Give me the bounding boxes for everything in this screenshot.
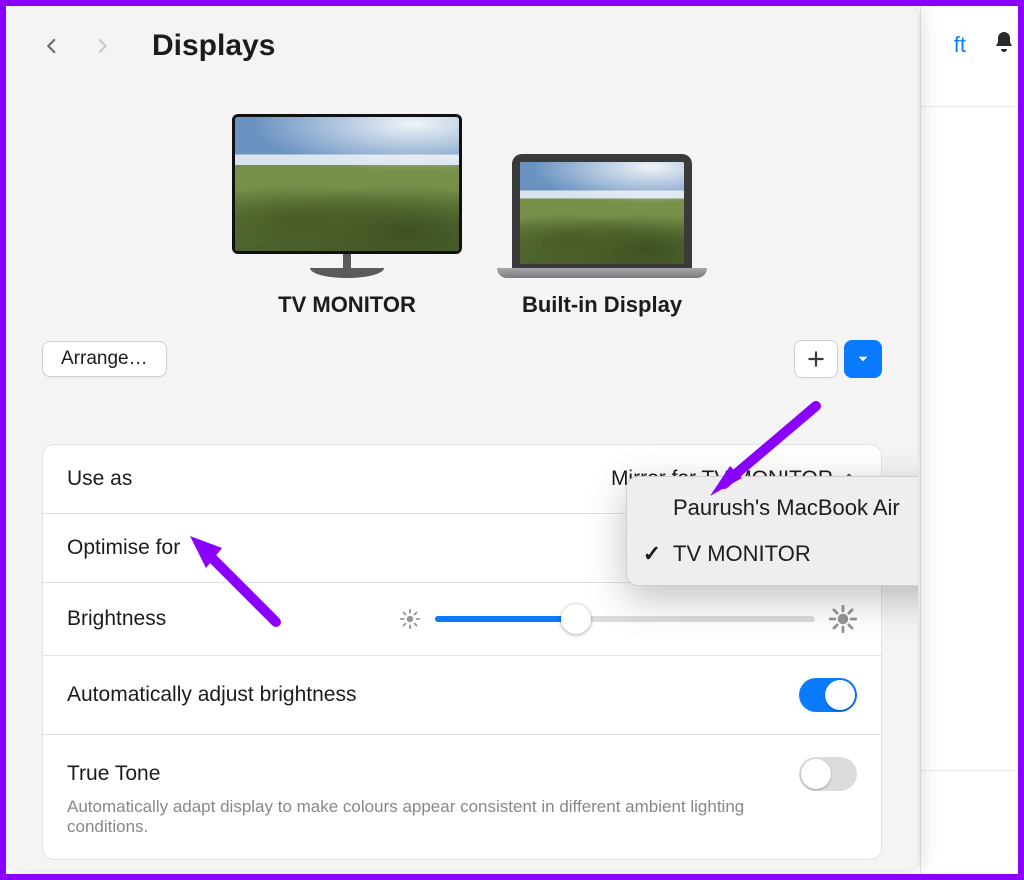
screenshot-border [0, 0, 1024, 880]
